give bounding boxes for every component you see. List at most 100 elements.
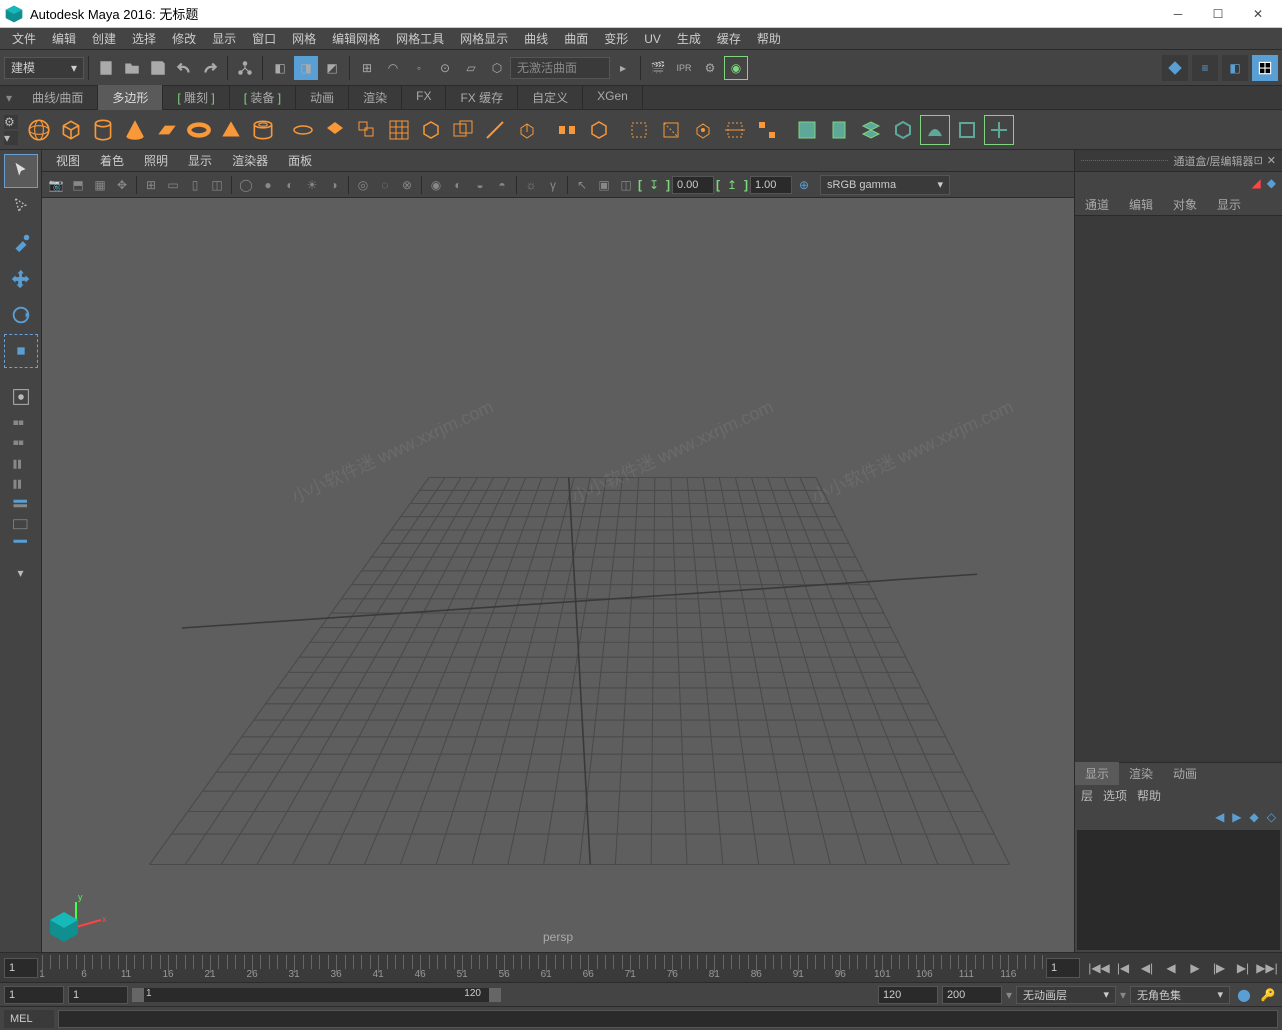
step-back-key-button[interactable]: |◀ xyxy=(1112,957,1134,979)
far-clip-input[interactable] xyxy=(750,176,792,194)
ao-icon[interactable]: ◒ xyxy=(470,175,490,195)
anim-layer-selector[interactable]: 无动画层▾ xyxy=(1016,986,1116,1004)
chevron-down-icon-2[interactable]: ▾ xyxy=(1120,988,1126,1002)
menu-13[interactable]: 变形 xyxy=(596,28,636,49)
shaded-icon[interactable]: ● xyxy=(258,175,278,195)
menu-8[interactable]: 编辑网格 xyxy=(324,28,388,49)
panel-dock-icon[interactable]: ⊡ xyxy=(1254,154,1263,167)
wireframe-icon[interactable]: ◯ xyxy=(236,175,256,195)
shelf-options-handle[interactable]: ⚙▾ xyxy=(4,115,22,145)
grid-toggle-icon[interactable]: ⊞ xyxy=(141,175,161,195)
timeline-ruler[interactable]: 1611162126313641465156616671768186919610… xyxy=(42,955,1042,981)
channel-tab-1[interactable]: 编辑 xyxy=(1119,193,1163,216)
attribute-editor-button[interactable]: ◧ xyxy=(1222,55,1248,81)
sculpt-button[interactable] xyxy=(792,115,822,145)
layer-list[interactable] xyxy=(1077,830,1280,950)
near-clip-icon[interactable]: ↧ xyxy=(644,175,664,195)
viewport-menu-3[interactable]: 显示 xyxy=(178,150,222,171)
range-start-field[interactable]: 1 xyxy=(4,986,64,1004)
menu-17[interactable]: 帮助 xyxy=(749,28,789,49)
menu-9[interactable]: 网格工具 xyxy=(388,28,452,49)
shelf-tab-1[interactable]: 多边形 xyxy=(98,85,163,110)
gamma-icon[interactable]: γ xyxy=(543,175,563,195)
poly-type-button[interactable] xyxy=(320,115,350,145)
insert-edge-button[interactable] xyxy=(656,115,686,145)
bevel-button[interactable] xyxy=(624,115,654,145)
render-frame-button[interactable]: 🎬 xyxy=(646,56,670,80)
panel-close-icon[interactable]: ✕ xyxy=(1267,154,1276,167)
viewport-overscan-icon[interactable]: ◫ xyxy=(616,175,636,195)
shelf-tab-7[interactable]: FX 缓存 xyxy=(446,85,518,110)
select-by-component-button[interactable]: ◨ xyxy=(294,56,318,80)
ipr-render-button[interactable]: IPR xyxy=(672,56,696,80)
viewport-menu-0[interactable]: 视图 xyxy=(46,150,90,171)
connect-button[interactable] xyxy=(752,115,782,145)
snap-plane-button[interactable]: ▱ xyxy=(459,56,483,80)
separate-button[interactable] xyxy=(384,115,414,145)
textured-icon[interactable]: ◐ xyxy=(280,175,300,195)
viewport-menu-1[interactable]: 着色 xyxy=(90,150,134,171)
append-button[interactable] xyxy=(584,115,614,145)
far-clip-icon[interactable]: ↥ xyxy=(722,175,742,195)
menu-15[interactable]: 生成 xyxy=(669,28,709,49)
layer-menu-0[interactable]: 层 xyxy=(1081,787,1093,804)
range-handle-end[interactable] xyxy=(489,988,501,1002)
menu-5[interactable]: 显示 xyxy=(204,28,244,49)
viewport-menu-2[interactable]: 照明 xyxy=(134,150,178,171)
save-scene-button[interactable] xyxy=(146,56,170,80)
booleans-button[interactable] xyxy=(448,115,478,145)
menu-10[interactable]: 网格显示 xyxy=(452,28,516,49)
menu-7[interactable]: 网格 xyxy=(284,28,324,49)
layer-move-up-icon[interactable]: ◀ xyxy=(1215,810,1224,824)
viewport-render-icon[interactable]: ▣ xyxy=(594,175,614,195)
playback-start-field[interactable]: 1 xyxy=(68,986,128,1004)
near-clip-input[interactable] xyxy=(672,176,714,194)
layer-menu-2[interactable]: 帮助 xyxy=(1137,787,1161,804)
xray-joints-icon[interactable]: ⊗ xyxy=(397,175,417,195)
range-handle-start[interactable] xyxy=(132,988,144,1002)
live-surface-field[interactable]: 无激活曲面 xyxy=(510,57,610,79)
modeling-toggle-1[interactable] xyxy=(4,496,38,514)
auto-key-button[interactable]: ⬤ xyxy=(1234,985,1254,1005)
shelf-tab-handle[interactable]: ▾ xyxy=(0,86,18,109)
scale-tool[interactable] xyxy=(4,334,38,368)
shadows-icon[interactable]: ◑ xyxy=(324,175,344,195)
shelf-tab-6[interactable]: FX xyxy=(402,85,446,110)
multi-cut-button[interactable] xyxy=(688,115,718,145)
combine-button[interactable] xyxy=(352,115,382,145)
menu-16[interactable]: 缓存 xyxy=(709,28,749,49)
step-back-button[interactable]: ◀| xyxy=(1136,957,1158,979)
menu-2[interactable]: 创建 xyxy=(84,28,124,49)
isolate-select-icon[interactable]: ◎ xyxy=(353,175,373,195)
snap-live-button[interactable]: ⬡ xyxy=(485,56,509,80)
menu-4[interactable]: 修改 xyxy=(164,28,204,49)
render-settings-button[interactable]: ⚙ xyxy=(698,56,722,80)
play-forward-button[interactable]: ▶ xyxy=(1184,957,1206,979)
construction-history-button[interactable]: ▸ xyxy=(611,56,635,80)
options-button[interactable]: ▾ xyxy=(4,566,38,580)
motion-blur-icon[interactable]: ◐ xyxy=(448,175,468,195)
chevron-down-icon[interactable]: ▾ xyxy=(1006,988,1012,1002)
channel-tab-3[interactable]: 显示 xyxy=(1207,193,1251,216)
viewport-menu-5[interactable]: 面板 xyxy=(278,150,322,171)
current-frame-field[interactable]: 1 xyxy=(4,958,38,978)
range-end-field[interactable]: 200 xyxy=(942,986,1002,1004)
poly-torus-button[interactable] xyxy=(184,115,214,145)
lights-icon[interactable]: ☀ xyxy=(302,175,322,195)
lasso-tool[interactable] xyxy=(4,190,38,224)
play-backward-button[interactable]: ◀ xyxy=(1160,957,1182,979)
go-to-start-button[interactable]: |◀◀ xyxy=(1088,957,1110,979)
exposure-icon[interactable]: ☼ xyxy=(521,175,541,195)
step-forward-key-button[interactable]: ▶| xyxy=(1232,957,1254,979)
bookmark-icon[interactable]: ⬒ xyxy=(68,175,88,195)
3d-viewport[interactable]: 小小软件迷 www.xxrjm.com 小小软件迷 www.xxrjm.com … xyxy=(42,198,1074,952)
mirror-button[interactable] xyxy=(480,115,510,145)
uv-editor-button[interactable] xyxy=(984,115,1014,145)
resolution-gate-icon[interactable]: ▯ xyxy=(185,175,205,195)
channel-key-icon[interactable]: ◆ xyxy=(1267,176,1276,190)
shelf-tab-4[interactable]: 动画 xyxy=(296,85,349,110)
poly-pyramid-button[interactable] xyxy=(216,115,246,145)
poly-platonic-button[interactable] xyxy=(288,115,318,145)
layer-tab-2[interactable]: 动画 xyxy=(1163,762,1207,785)
render-view-button[interactable]: ◉ xyxy=(724,56,748,80)
